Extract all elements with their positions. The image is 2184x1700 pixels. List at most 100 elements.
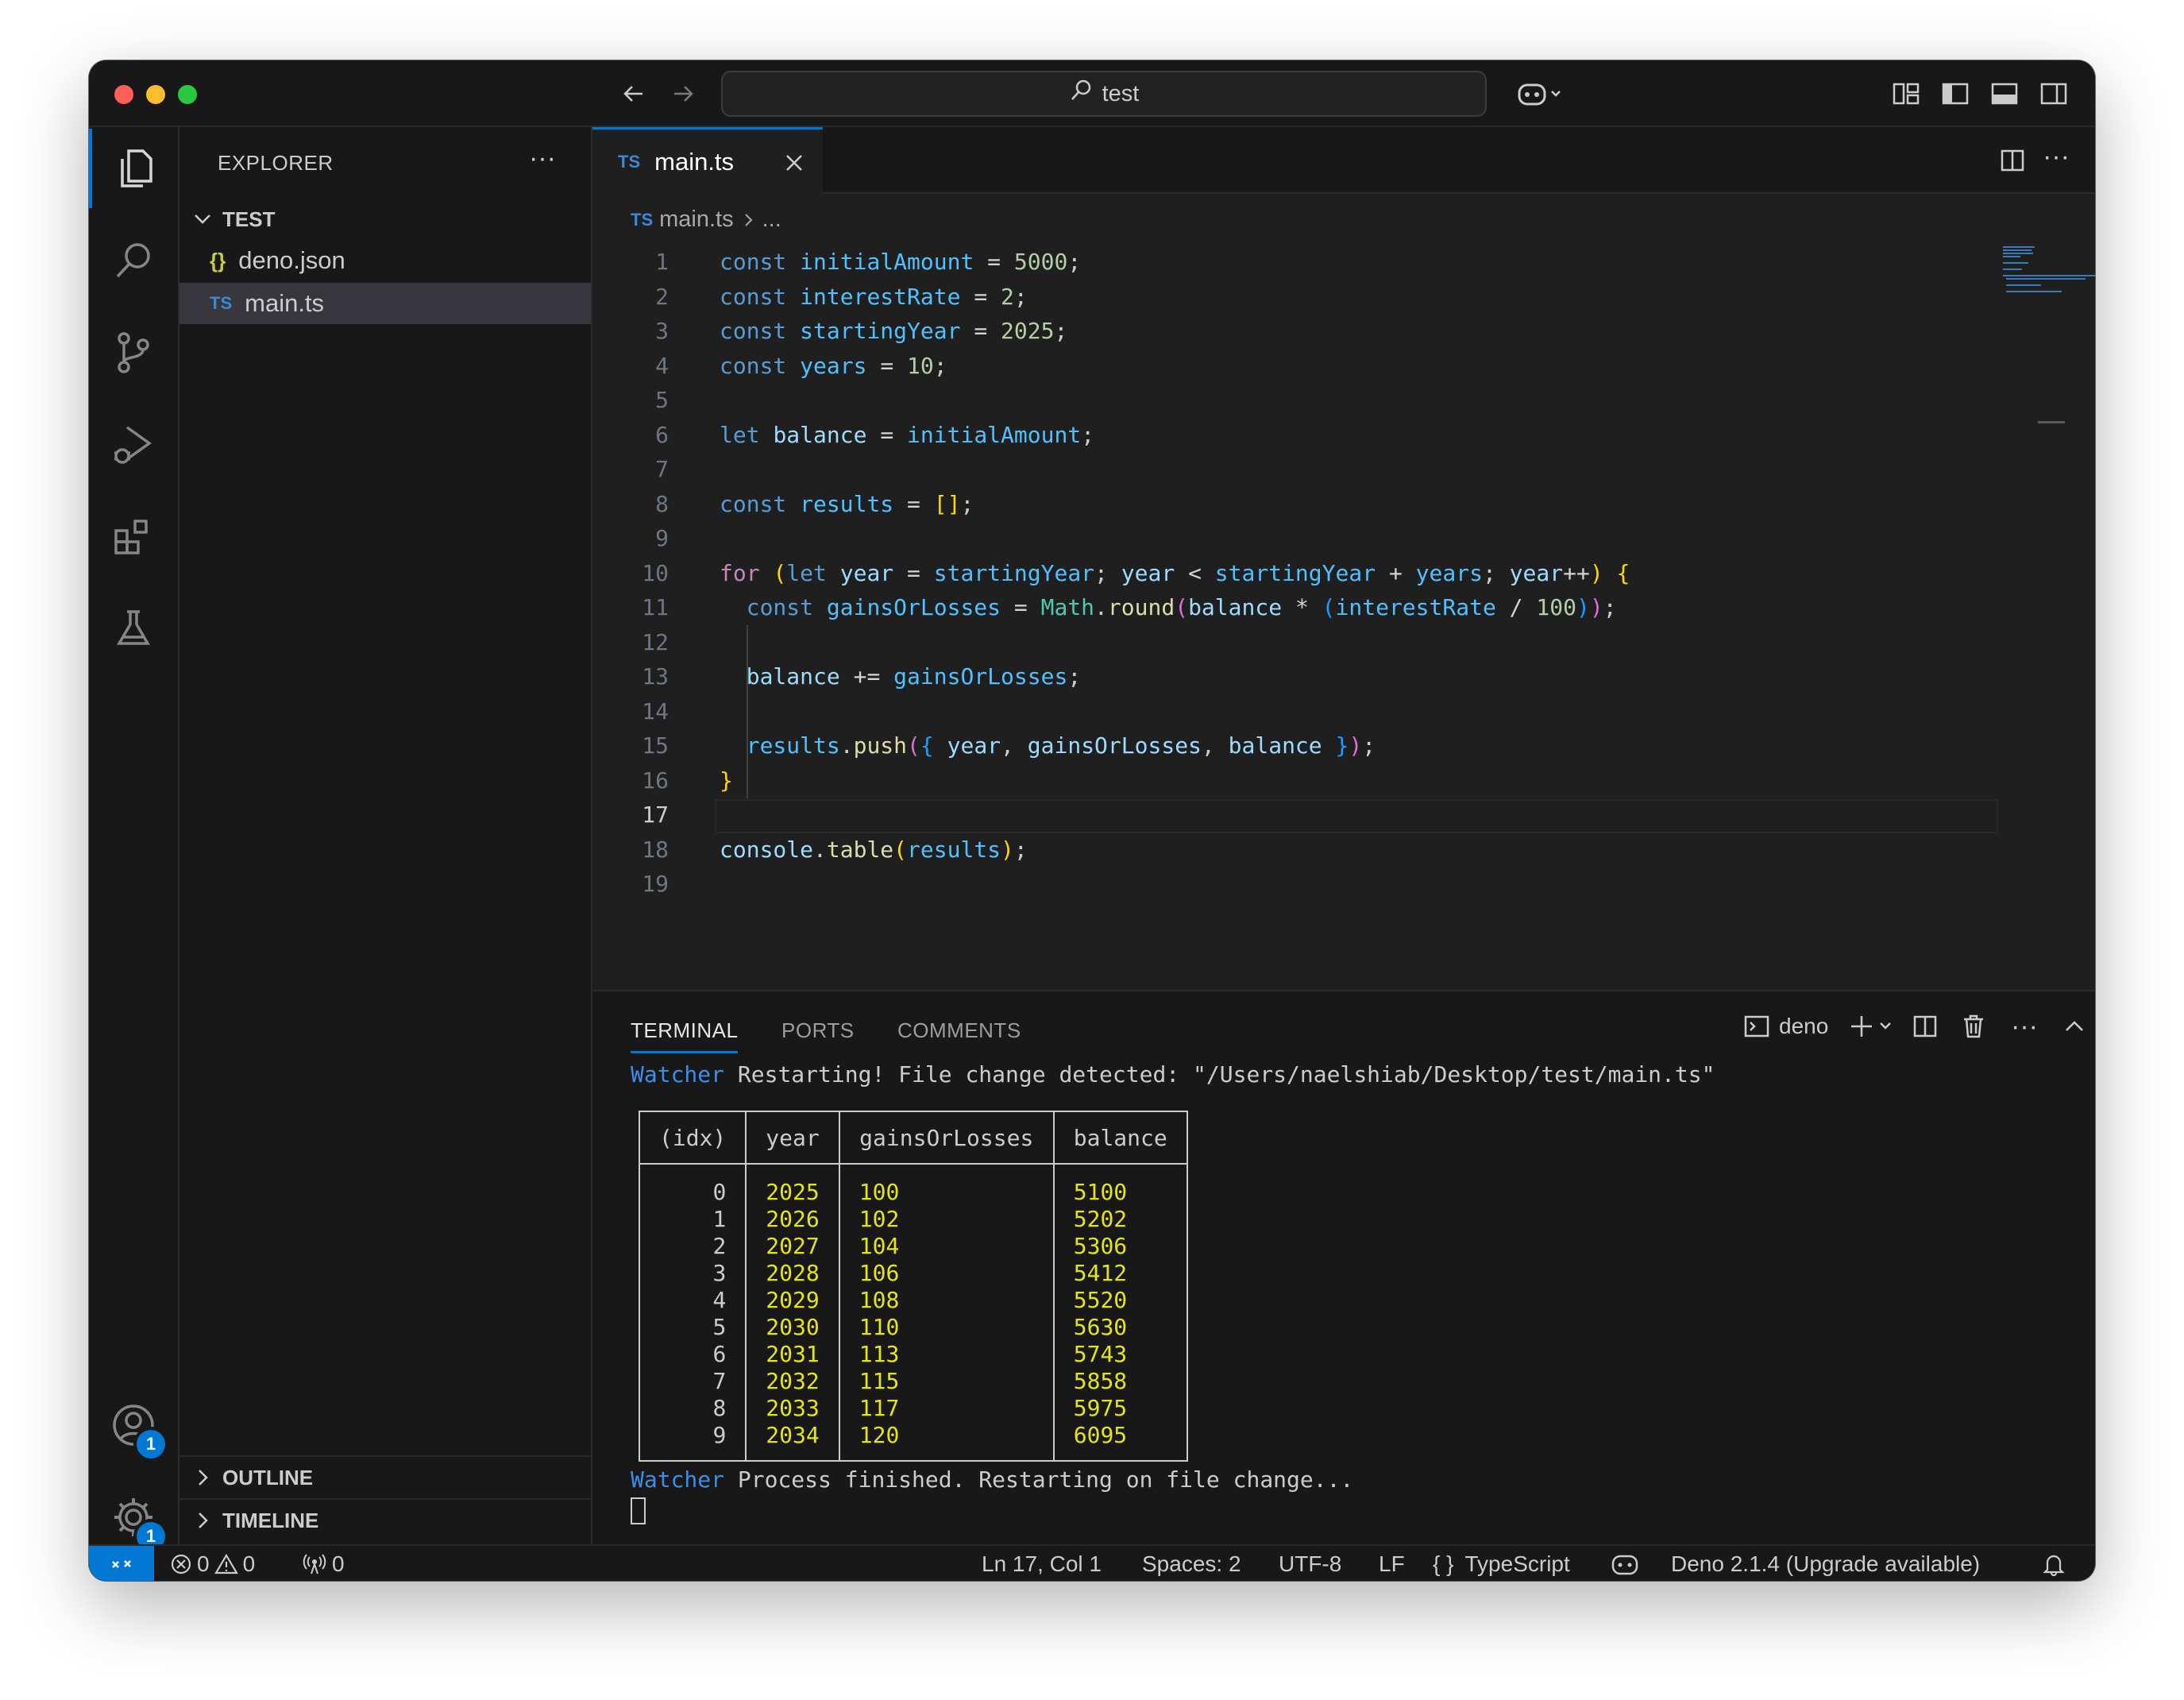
- warning-icon: [214, 1553, 238, 1574]
- braces-icon: { }: [1433, 1551, 1454, 1576]
- problems-indicator[interactable]: 0 0: [170, 1546, 255, 1581]
- search-icon[interactable]: [89, 221, 178, 300]
- typescript-file-icon: TS: [210, 293, 233, 313]
- tab-comments[interactable]: COMMENTS: [897, 1018, 1021, 1043]
- maximize-panel-icon[interactable]: [2063, 1009, 2086, 1044]
- trash-icon[interactable]: [1962, 1009, 1985, 1044]
- extensions-icon[interactable]: [89, 497, 178, 577]
- table-row: 7 2032 115 5858: [638, 1368, 1188, 1395]
- terminal-icon: [1744, 1015, 1769, 1037]
- code-line: 16}: [642, 767, 733, 794]
- copilot-icon[interactable]: [1512, 76, 1568, 111]
- editor-area: TS main.ts ··· TS main.ts ... 1 const ini…: [592, 127, 2095, 990]
- toggle-panel-icon[interactable]: [1987, 76, 2022, 111]
- timeline-section[interactable]: TIMELINE: [179, 1498, 591, 1541]
- indentation[interactable]: Spaces: 2: [1142, 1546, 1241, 1581]
- minimap[interactable]: [2003, 245, 2095, 292]
- tab-terminal[interactable]: TERMINAL: [631, 1018, 739, 1053]
- language-mode[interactable]: { } TypeScript: [1433, 1546, 1570, 1581]
- chevron-right-icon: [199, 1470, 208, 1486]
- cursor-position[interactable]: Ln 17, Col 1: [982, 1546, 1102, 1581]
- code-line: 8 const results = [];: [655, 490, 974, 517]
- terminal-output[interactable]: Watcher Restarting! File change detected…: [631, 1061, 1715, 1088]
- notifications-bell-icon[interactable]: [2043, 1546, 2065, 1581]
- customize-layout-icon[interactable]: [1889, 76, 1924, 111]
- toggle-primary-sidebar-icon[interactable]: [1938, 76, 1973, 111]
- ports-count: 0: [332, 1551, 345, 1576]
- minimize-window-button[interactable]: [146, 85, 165, 104]
- typescript-file-icon: TS: [631, 209, 654, 230]
- ports-indicator[interactable]: 0: [302, 1546, 345, 1581]
- explorer-icon[interactable]: [89, 129, 178, 208]
- terminal-prompt[interactable]: [631, 1497, 646, 1524]
- accounts-badge: 1: [133, 1427, 168, 1462]
- accounts-icon[interactable]: 1: [89, 1385, 178, 1465]
- forward-arrow-icon[interactable]: [666, 76, 700, 111]
- maximize-window-button[interactable]: [178, 85, 197, 104]
- code-line: 2 const interestRate = 2;: [655, 283, 1028, 310]
- table-header: (idx): [638, 1111, 747, 1165]
- more-actions-icon[interactable]: ···: [529, 143, 556, 174]
- toggle-secondary-sidebar-icon[interactable]: [2036, 76, 2071, 111]
- outline-label: OUTLINE: [222, 1465, 314, 1489]
- terminal-instance[interactable]: deno: [1744, 1009, 1828, 1044]
- code-line: 6 let balance = initialAmount;: [655, 421, 1095, 448]
- editor-more-actions-icon[interactable]: ···: [2043, 141, 2070, 172]
- breadcrumb: TS main.ts ...: [631, 207, 781, 233]
- table-header: gainsOrLosses: [838, 1111, 1055, 1165]
- table-row: 2 2027 104 5306: [638, 1233, 1188, 1260]
- terminal-cursor: [631, 1497, 646, 1524]
- code-line: 19: [642, 871, 669, 897]
- code-line: 18 console.table(results);: [642, 836, 1028, 863]
- code-line: 15 results.push({ year, gainsOrLosses, b…: [642, 732, 1376, 759]
- file-main-ts[interactable]: TS main.ts: [179, 283, 591, 324]
- overview-ruler-marker: [2038, 421, 2065, 423]
- end-of-line[interactable]: LF: [1379, 1546, 1405, 1581]
- explorer-title: EXPLORER: [218, 151, 334, 175]
- typescript-file-icon: TS: [618, 151, 641, 172]
- new-terminal-icon[interactable]: [1849, 1009, 1895, 1044]
- testing-icon[interactable]: [89, 589, 178, 669]
- chevron-right-icon: [744, 213, 753, 226]
- bottom-panel: TERMINAL PORTS COMMENTS deno ··· Watcher…: [592, 990, 2095, 1546]
- breadcrumb-symbol[interactable]: ...: [762, 207, 781, 233]
- run-and-debug-icon[interactable]: [89, 405, 178, 485]
- console-table: (idx) year gainsOrLosses balance 0 2025 10…: [638, 1111, 1188, 1462]
- close-tab-icon[interactable]: [783, 152, 805, 174]
- language-label: TypeScript: [1464, 1551, 1570, 1576]
- code-line: 12: [642, 628, 669, 655]
- remote-indicator-icon[interactable]: [89, 1546, 154, 1581]
- encoding[interactable]: UTF-8: [1279, 1546, 1341, 1581]
- warning-count: 0: [242, 1551, 256, 1576]
- watcher-restart-message: Restarting! File change detected: "/User…: [724, 1061, 1715, 1088]
- back-arrow-icon[interactable]: [616, 76, 651, 111]
- split-editor-icon[interactable]: [2000, 148, 2025, 173]
- split-terminal-icon[interactable]: [1912, 1009, 1938, 1044]
- table-row: 6 2031 113 5743: [638, 1341, 1188, 1368]
- folder-label: TEST: [222, 207, 276, 231]
- status-bar: 0 0 0 Ln 17, Col 1 Spaces: 2 UTF-8 LF { …: [89, 1544, 2095, 1581]
- copilot-status-icon[interactable]: [1611, 1546, 1639, 1581]
- breadcrumb-file[interactable]: main.ts: [659, 207, 733, 233]
- terminal-output-end[interactable]: Watcher Process finished. Restarting on …: [631, 1466, 1353, 1493]
- search-icon: [1069, 79, 1093, 109]
- chevron-right-icon: [199, 1513, 208, 1528]
- code-editor[interactable]: 1 const initialAmount = 5000; 2 const inte…: [592, 245, 2022, 902]
- command-center-label: test: [1102, 80, 1140, 106]
- panel-more-actions-icon[interactable]: ···: [2011, 1009, 2038, 1044]
- code-line: 11 const gainsOrLosses = Math.round(bala…: [642, 594, 1617, 620]
- close-window-button[interactable]: [114, 85, 133, 104]
- file-name: deno.json: [238, 246, 345, 274]
- tab-main-ts[interactable]: TS main.ts: [592, 127, 823, 194]
- source-control-icon[interactable]: [89, 313, 178, 392]
- command-center-search[interactable]: test: [721, 71, 1487, 117]
- vscode-window: test 1 1 EXPLORER ··· TEST {} deno.json …: [89, 60, 2095, 1581]
- folder-test[interactable]: TEST: [179, 200, 591, 238]
- broadcast-icon: [303, 1554, 326, 1574]
- json-file-icon: {}: [210, 248, 226, 272]
- deno-version[interactable]: Deno 2.1.4 (Upgrade available): [1671, 1546, 1980, 1581]
- tab-ports[interactable]: PORTS: [781, 1018, 855, 1043]
- outline-section[interactable]: OUTLINE: [179, 1455, 591, 1498]
- file-deno-json[interactable]: {} deno.json: [179, 240, 591, 281]
- watcher-finished-message: Process finished. Restarting on file cha…: [724, 1466, 1354, 1493]
